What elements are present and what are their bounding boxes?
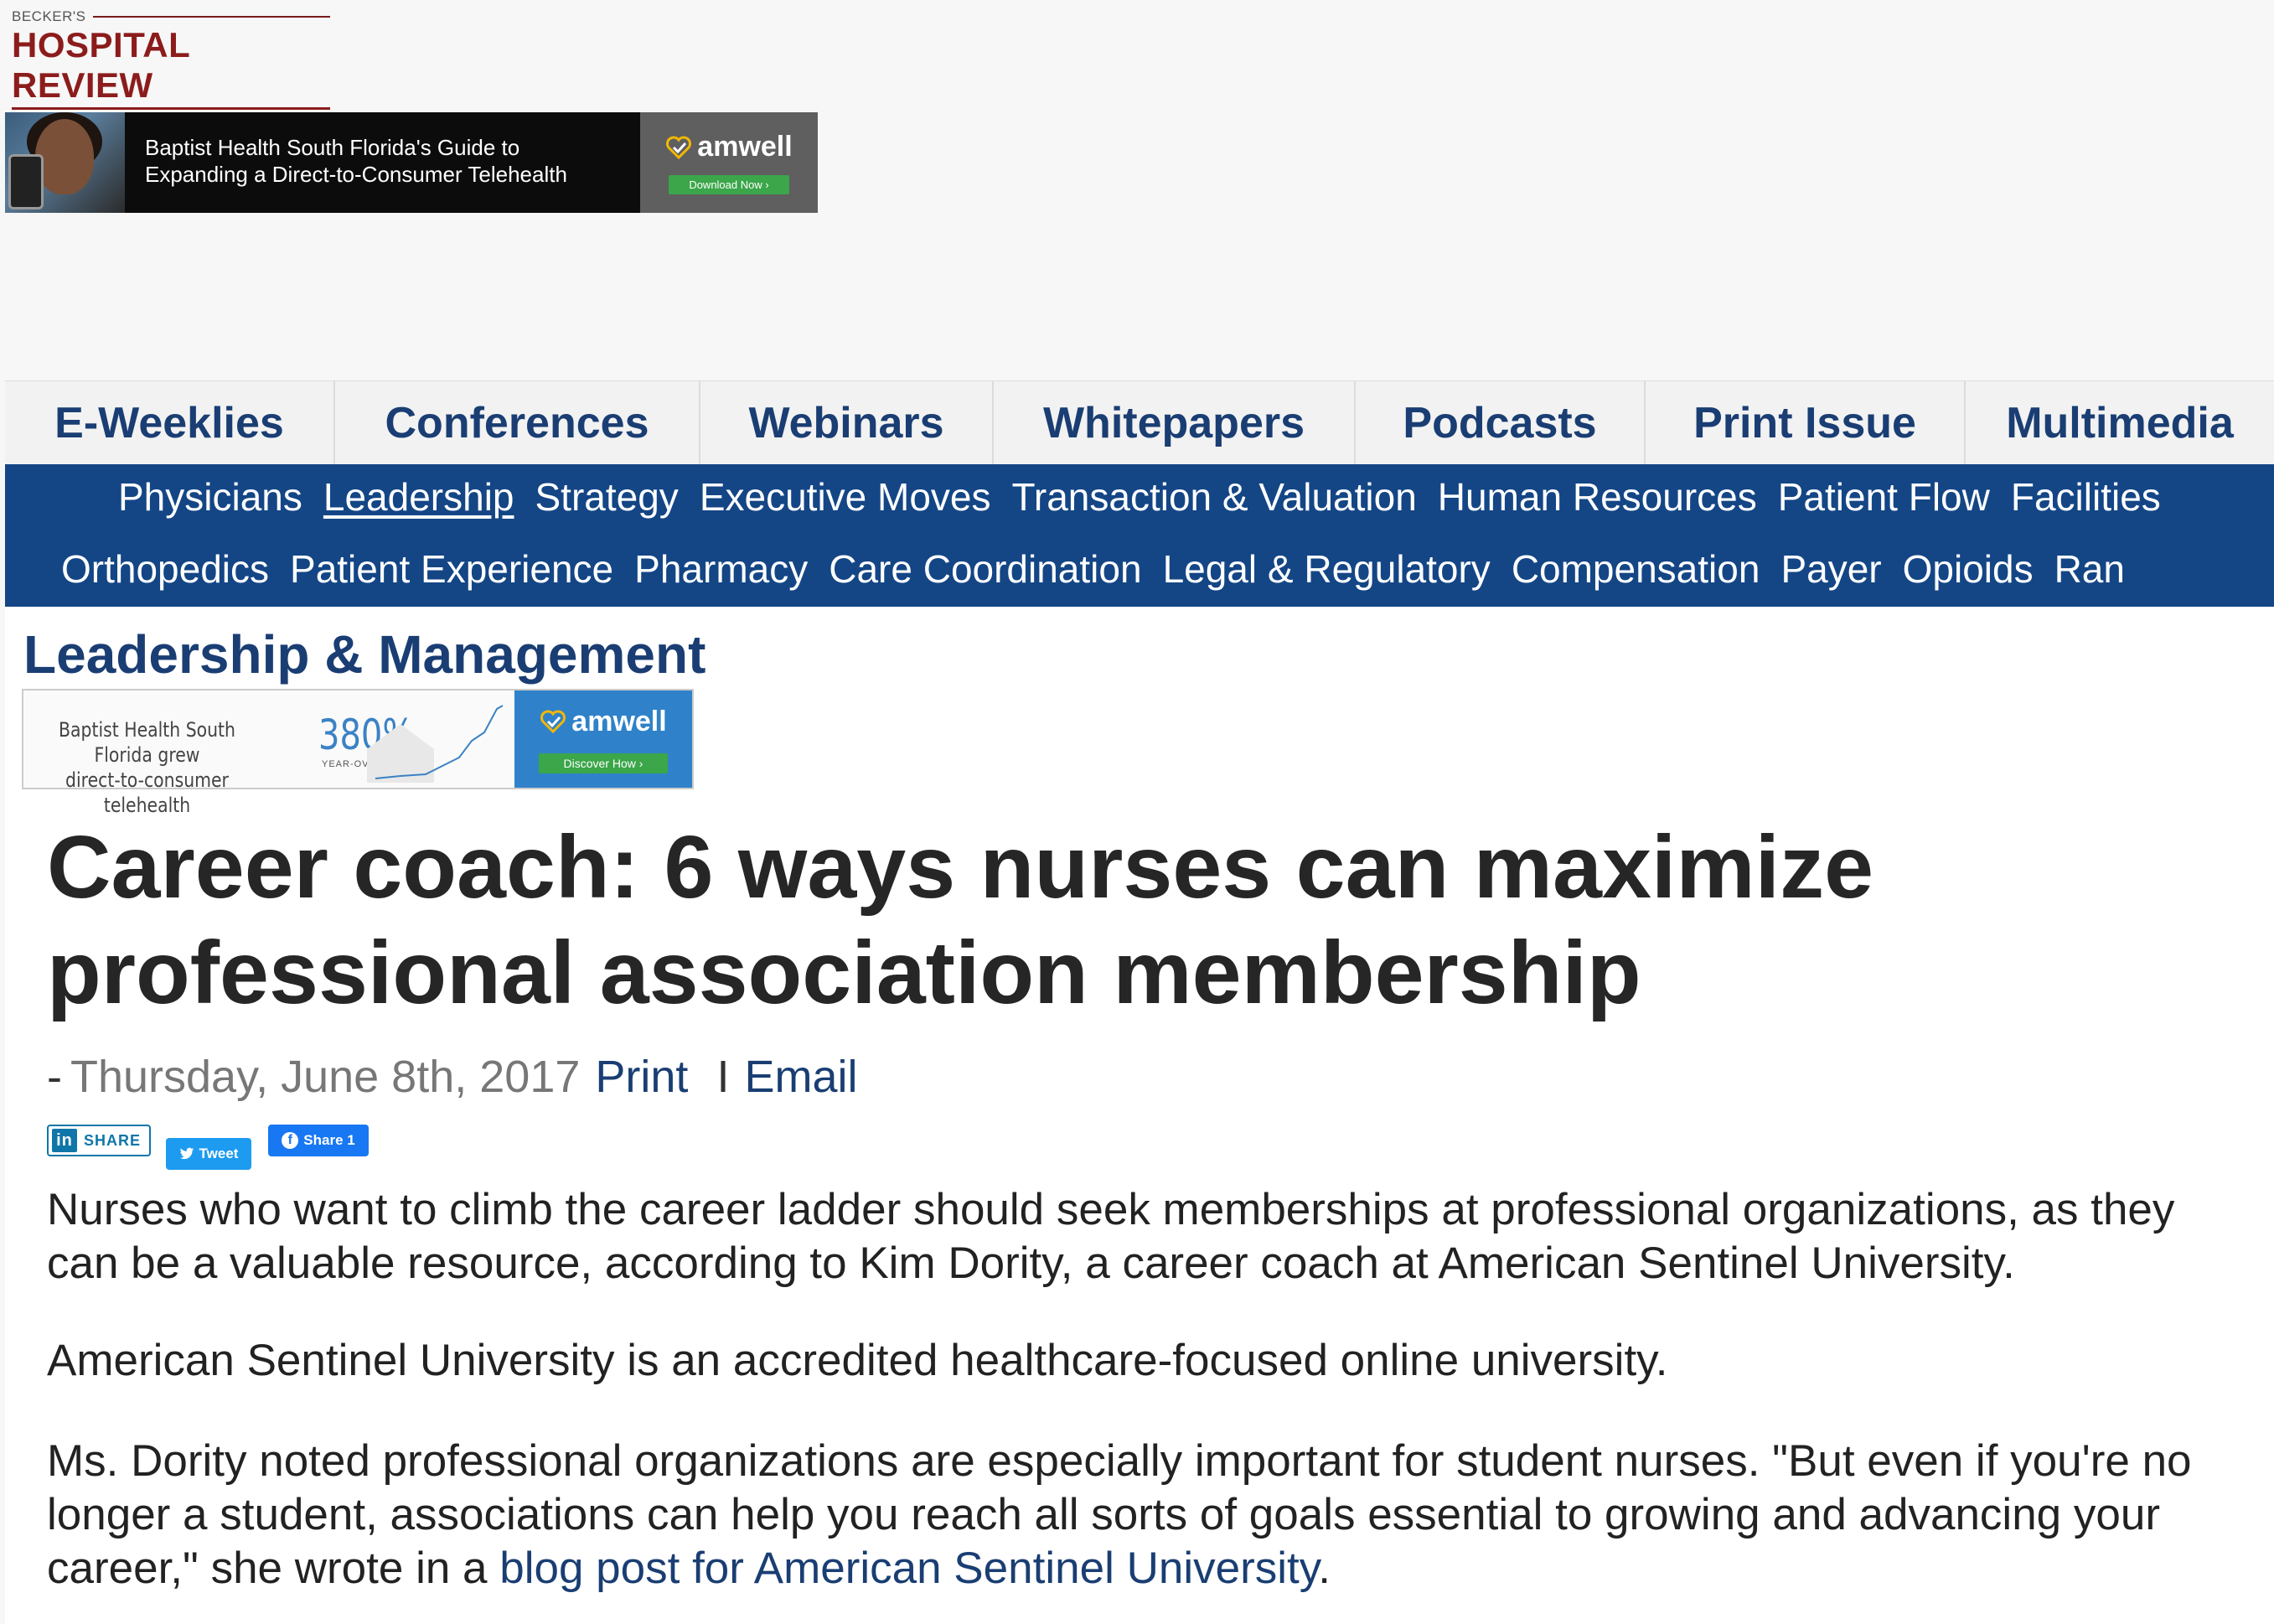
mid-ad-text-line2: direct-to-consumer telehealth (65, 768, 229, 817)
nav-e-weeklies[interactable]: E-Weeklies (5, 381, 335, 465)
section-title[interactable]: Leadership & Management (23, 623, 705, 685)
paragraph-3-end: . (1318, 1544, 1331, 1593)
top-nav: E-Weeklies Conferences Webinars Whitepap… (5, 380, 2274, 465)
amwell-text: amwell (571, 705, 667, 737)
main-content: Leadership & Management Baptist Health S… (5, 607, 2274, 1624)
category-compensation[interactable]: Compensation (1512, 546, 1760, 592)
download-now-button[interactable]: Download Now › (669, 175, 789, 194)
logo-big-text: HOSPITAL REVIEW (12, 25, 330, 110)
article-date: Thursday, June 8th, 2017 (70, 1052, 581, 1102)
ad-copy: Baptist Health South Florida's Guide to … (125, 112, 640, 213)
category-orthopedics[interactable]: Orthopedics (61, 546, 269, 592)
amwell-logo: amwell (540, 705, 667, 738)
email-link[interactable]: Email (744, 1051, 857, 1103)
ad-copy-line1: Baptist Health South Florida's Guide to (145, 135, 520, 160)
category-transaction-valuation[interactable]: Transaction & Valuation (1012, 474, 1417, 520)
facebook-share-label: Share 1 (303, 1132, 355, 1148)
nav-multimedia[interactable]: Multimedia (1966, 381, 2274, 465)
linkedin-share-label: SHARE (84, 1131, 142, 1149)
discover-how-button[interactable]: Discover How › (538, 753, 669, 773)
mid-ad-brand-panel: amwell Discover How › (514, 690, 692, 788)
mid-ad-text-line1: Baptist Health South Florida grew (59, 718, 235, 767)
article-paragraph-1: Nurses who want to climb the career ladd… (47, 1185, 2175, 1288)
category-care-coordination[interactable]: Care Coordination (829, 546, 1141, 592)
top-banner-ad[interactable]: Baptist Health South Florida's Guide to … (5, 112, 818, 213)
heart-check-icon (666, 136, 692, 159)
linkedin-icon: in (52, 1129, 77, 1152)
byline-dash: - (47, 1052, 62, 1102)
linkedin-share-button[interactable]: in SHARE (47, 1125, 151, 1156)
print-link[interactable]: Print (595, 1051, 688, 1103)
amwell-logo: amwell (665, 131, 793, 163)
nav-webinars[interactable]: Webinars (700, 381, 994, 465)
category-physicians[interactable]: Physicians (118, 474, 302, 520)
growth-chart-graphic (367, 705, 504, 783)
category-executive-moves[interactable]: Executive Moves (700, 474, 991, 520)
ad-copy-line2: Expanding a Direct-to-Consumer Telehealt… (145, 162, 567, 187)
tweet-button[interactable]: Tweet (166, 1138, 251, 1170)
blog-post-link[interactable]: blog post for American Sentinel Universi… (499, 1544, 1318, 1593)
category-patient-flow[interactable]: Patient Flow (1778, 474, 1990, 520)
category-patient-experience[interactable]: Patient Experience (290, 546, 613, 592)
mid-banner-ad[interactable]: Baptist Health South Florida grew direct… (22, 689, 694, 817)
category-strategy[interactable]: Strategy (535, 474, 679, 520)
site-logo[interactable]: BECKER'S HOSPITAL REVIEW (12, 8, 330, 110)
category-pharmacy[interactable]: Pharmacy (634, 546, 808, 592)
article-byline: - Thursday, June 8th, 2017 Print I Email (47, 1051, 857, 1103)
category-bar: Physicians Leadership Strategy Executive… (5, 464, 2274, 607)
category-row-1: Physicians Leadership Strategy Executive… (118, 474, 2182, 520)
heart-check-icon (540, 710, 566, 733)
article-headline: Career coach: 6 ways nurses can maximize… (47, 818, 1874, 1022)
tweet-label: Tweet (199, 1146, 239, 1161)
category-facilities[interactable]: Facilities (2011, 474, 2161, 520)
mid-ad-left: Baptist Health South Florida grew direct… (23, 690, 514, 817)
ad-photo (5, 112, 125, 213)
nav-print-issue[interactable]: Print Issue (1646, 381, 1966, 465)
nav-podcasts[interactable]: Podcasts (1356, 381, 1646, 465)
category-leadership[interactable]: Leadership (323, 474, 514, 520)
nav-conferences[interactable]: Conferences (335, 381, 700, 465)
category-human-resources[interactable]: Human Resources (1438, 474, 1757, 520)
article-paragraph-2: American Sentinel University is an accre… (47, 1336, 1668, 1385)
category-opioids[interactable]: Opioids (1903, 546, 2034, 592)
mid-ad-text: Baptist Health South Florida grew direct… (40, 717, 254, 818)
nav-whitepapers[interactable]: Whitepapers (994, 381, 1356, 465)
byline-separator: I (716, 1052, 730, 1102)
ad-brand-panel: amwell Download Now › (640, 112, 818, 213)
category-rankings[interactable]: Ran (2054, 546, 2125, 592)
category-row-2: Orthopedics Patient Experience Pharmacy … (61, 546, 2146, 592)
logo-small-text: BECKER'S (12, 8, 330, 25)
twitter-bird-icon (179, 1147, 194, 1160)
category-payer[interactable]: Payer (1780, 546, 1881, 592)
amwell-text: amwell (697, 131, 793, 163)
facebook-share-button[interactable]: f Share 1 (268, 1125, 369, 1156)
article-paragraph-3: Ms. Dority noted professional organizati… (47, 1435, 2242, 1596)
category-legal-regulatory[interactable]: Legal & Regulatory (1163, 546, 1491, 592)
facebook-icon: f (282, 1132, 299, 1149)
